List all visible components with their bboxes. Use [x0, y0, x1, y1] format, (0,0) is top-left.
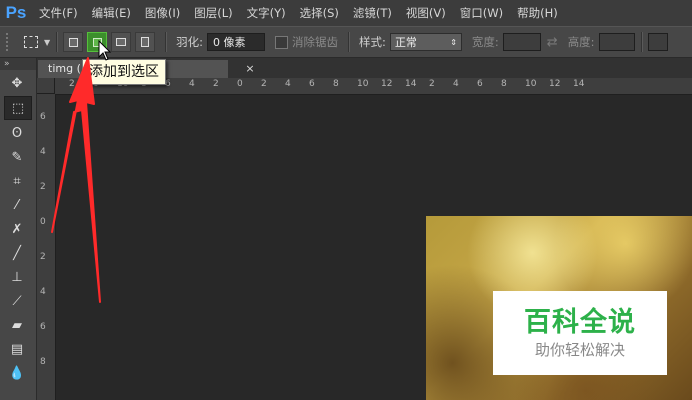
ruler-tick-label: 8: [501, 79, 507, 89]
ruler-tick-label: 2: [213, 79, 219, 89]
menu-filter[interactable]: 滤镜(T): [346, 5, 399, 21]
divider: [56, 32, 58, 52]
ruler-tick-label: 4: [453, 79, 459, 89]
refine-edge-button[interactable]: [647, 33, 668, 51]
ruler-tick-label: 6: [477, 79, 483, 89]
style-select-value: 正常: [394, 36, 417, 49]
ruler-tick-label: 8: [333, 79, 339, 89]
ruler-tick-label: 4: [40, 287, 46, 297]
ruler-tick-label: 14: [405, 79, 417, 89]
swap-icon[interactable]: ⇄: [547, 35, 558, 50]
watermark-subtitle: 助你轻松解决: [534, 341, 625, 359]
chevron-updown-icon: ⇕: [450, 37, 457, 47]
healing-brush-tool-icon[interactable]: ✗: [4, 218, 30, 240]
intersect-selection-button[interactable]: [135, 32, 156, 52]
eraser-tool-icon[interactable]: ▰: [4, 314, 30, 336]
ruler-tick-label: 4: [285, 79, 291, 89]
menu-image[interactable]: 图像(I): [138, 5, 187, 21]
antialias-checkbox[interactable]: [275, 35, 289, 49]
menu-view[interactable]: 视图(V): [399, 5, 453, 21]
ruler-tick-label: 2: [40, 182, 46, 192]
antialias-label: 消除锯齿: [292, 35, 339, 49]
quick-select-tool-icon[interactable]: ✎: [4, 146, 30, 168]
menu-window[interactable]: 窗口(W): [453, 5, 510, 21]
ruler-tick-label: 2: [40, 252, 46, 262]
divider: [165, 32, 167, 52]
vertical-ruler[interactable]: 6 4 2 0 2 4 6 8: [37, 94, 56, 400]
ruler-tick-label: 4: [189, 79, 195, 89]
menu-layer[interactable]: 图层(L): [187, 5, 239, 21]
menu-bar: Ps 文件(F) 编辑(E) 图像(I) 图层(L) 文字(Y) 选择(S) 滤…: [0, 0, 692, 26]
subtract-from-selection-button[interactable]: [111, 32, 132, 52]
gradient-tool-icon[interactable]: ▤: [4, 338, 30, 360]
ruler-tick-label: 10: [357, 79, 369, 89]
ruler-tick-label: 2: [261, 79, 267, 89]
rect-marquee-tool-icon[interactable]: ⬚: [4, 96, 32, 120]
menu-file[interactable]: 文件(F): [32, 5, 85, 21]
ruler-tick-label: 14: [573, 79, 585, 89]
tooltip: 添加到选区: [82, 59, 166, 85]
style-label: 样式:: [359, 35, 386, 49]
feather-label: 羽化:: [176, 35, 204, 49]
width-label: 宽度:: [471, 35, 499, 49]
feather-input[interactable]: 0 像素: [207, 33, 266, 51]
divider: [348, 32, 350, 52]
menu-select[interactable]: 选择(S): [293, 5, 346, 21]
preset-dropdown-icon[interactable]: ▼: [44, 38, 50, 47]
brush-tool-icon[interactable]: ╱: [4, 242, 30, 264]
watermark-title: 百科全说: [524, 307, 636, 338]
history-brush-tool-icon[interactable]: ⟋: [4, 290, 30, 312]
new-selection-icon: [68, 37, 78, 47]
height-input[interactable]: [598, 33, 635, 51]
tools-panel: » ✥ ⬚ ʘ ✎ ⌗ ⁄ ✗ ╱ ⊥ ⟋ ▰ ▤ 💧: [0, 58, 37, 400]
ruler-tick-label: 2: [69, 79, 75, 89]
style-select[interactable]: 正常 ⇕: [389, 33, 462, 51]
intersect-selection-icon: [141, 37, 150, 47]
subtract-selection-icon: [116, 38, 127, 46]
marquee-preset-icon[interactable]: [24, 36, 38, 48]
close-icon[interactable]: ×: [243, 60, 257, 78]
ruler-tick-label: 0: [40, 217, 46, 227]
height-label: 高度:: [567, 35, 595, 49]
ruler-tick-label: 6: [40, 112, 46, 122]
menu-help[interactable]: 帮助(H): [510, 5, 565, 21]
eyedropper-tool-icon[interactable]: ⁄: [4, 194, 30, 216]
ruler-tick-label: 2: [429, 79, 435, 89]
width-input[interactable]: [502, 33, 541, 51]
divider: [640, 32, 642, 52]
ruler-tick-label: 10: [525, 79, 537, 89]
ruler-tick-label: 0: [237, 79, 243, 89]
cursor-icon: [98, 40, 112, 61]
ruler-tick-label: 6: [309, 79, 315, 89]
watermark-logo: 百科全说 助你轻松解决: [493, 291, 667, 375]
collapse-panel-icon[interactable]: »: [0, 58, 36, 70]
ruler-tick-label: 6: [40, 322, 46, 332]
new-selection-button[interactable]: [63, 32, 84, 52]
ruler-tick-label: 12: [549, 79, 561, 89]
ruler-tick-label: 4: [40, 147, 46, 157]
menu-edit[interactable]: 编辑(E): [85, 5, 138, 21]
blur-tool-icon[interactable]: 💧: [4, 362, 30, 384]
ruler-origin[interactable]: [37, 78, 55, 94]
clone-stamp-tool-icon[interactable]: ⊥: [4, 266, 30, 288]
lasso-tool-icon[interactable]: ʘ: [4, 122, 30, 144]
options-grip[interactable]: [6, 33, 12, 51]
move-tool-icon[interactable]: ✥: [4, 72, 30, 94]
ruler-tick-label: 12: [381, 79, 393, 89]
crop-tool-icon[interactable]: ⌗: [4, 170, 30, 192]
photoshop-logo: Ps: [5, 3, 27, 22]
menu-type[interactable]: 文字(Y): [240, 5, 293, 21]
ruler-tick-label: 8: [40, 357, 46, 367]
